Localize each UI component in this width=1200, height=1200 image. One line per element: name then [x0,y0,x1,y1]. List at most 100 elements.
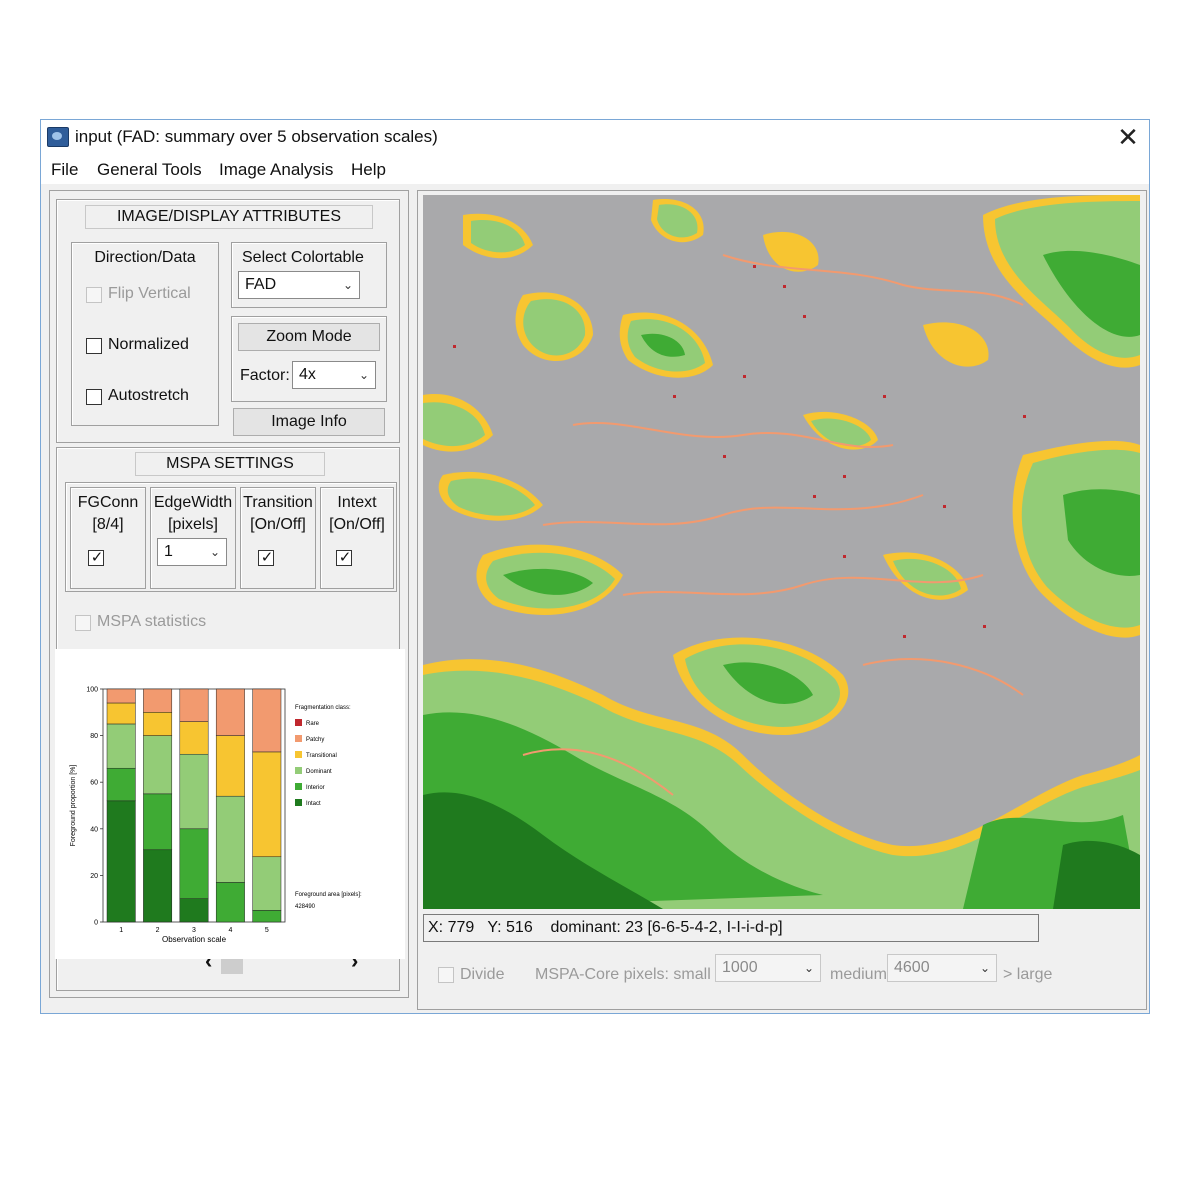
y-tick-label: 100 [86,687,98,694]
image-display-heading: IMAGE/DISPLAY ATTRIBUTES [85,205,373,229]
y-axis-label: Foreground proportion [%] [70,765,77,847]
chevron-down-icon: ⌄ [358,368,369,382]
legend-swatch-rare [295,719,302,726]
colortable-select[interactable]: FAD ⌄ [238,271,360,299]
intext-label: Intext [337,494,377,511]
fad-summary-chart: 1 2 3 4 5 0 20 40 60 80 100 Observation scale Foregr… [55,649,405,959]
legend-label-rare: Rare [306,721,320,727]
bar-segment-dominant [215,795,245,883]
fad-map-image[interactable] [423,195,1140,909]
chevron-down-icon: ⌄ [979,961,990,975]
edgewidth-label: EdgeWidth [153,494,233,511]
menu-help[interactable]: Help [351,160,386,180]
x-tick-label: 4 [228,927,232,934]
check-icon: ✓ [90,549,104,566]
bar-segment-intact [143,849,173,923]
menu-bar: File General Tools Image Analysis Help [41,154,1149,184]
normalized-label: Normalized [108,336,189,353]
divide-checkbox[interactable] [438,967,454,983]
legend-label-intact: Intact [306,801,321,807]
bar-segment-intact [106,800,136,923]
x-tick-label: 3 [192,927,196,934]
y-value: 516 [506,919,533,936]
colortable-label: Select Colortable [242,249,364,266]
menu-file[interactable]: File [51,160,78,180]
flip-vertical-checkbox[interactable] [86,287,102,303]
y-tick-label: 40 [90,826,98,833]
chevron-down-icon: ⌄ [803,961,814,975]
mspa-options-group: FGConn [8/4] ✓ EdgeWidth [pixels] 1 ⌄ Tr… [65,482,397,592]
fgconn-sublabel: [8/4] [92,516,124,533]
autostretch-checkbox[interactable] [86,389,102,405]
bar-segment-intact [179,898,209,923]
bar-segment-interior [252,910,282,923]
fgconn-label: FGConn [77,494,139,511]
check-icon: ✓ [338,549,352,566]
window-title: input (FAD: summary over 5 observation s… [75,127,438,146]
y-tick-label: 20 [90,873,98,880]
transition-checkbox[interactable]: ✓ [258,550,274,566]
edgewidth-sublabel: [pixels] [168,516,218,533]
legend-label-interior: Interior [306,785,325,791]
bar-segment-dominant [252,856,282,911]
cursor-status-bar: X: 779 Y: 516 dominant: 23 [6-6-5-4-2, I… [423,914,1039,942]
bar-segment-transitional [215,735,245,797]
fad-map-svg [423,195,1140,909]
bar-segment-patchy [106,688,136,704]
chart-svg: 1 2 3 4 5 0 20 40 60 80 100 Observation scale Foregr… [70,687,362,945]
legend-label-dominant: Dominant [306,769,332,775]
menu-image-analysis[interactable]: Image Analysis [219,160,333,180]
transition-group: Transition [On/Off] ✓ [240,487,316,589]
legend-title: Fragmentation class: [295,705,351,711]
zoom-group: Zoom Mode Factor: 4x ⌄ [231,316,387,402]
check-icon: ✓ [260,549,274,566]
mspa-statistics-checkbox[interactable] [75,615,91,631]
menu-general-tools[interactable]: General Tools [97,160,202,180]
dominant-info: dominant: 23 [6-6-5-4-2, I-I-i-d-p] [550,919,783,936]
direction-data-label: Direction/Data [94,249,196,266]
y-tick-label: 80 [90,733,98,740]
normalized-checkbox[interactable] [86,338,102,354]
x-axis-label: Observation scale [162,935,227,944]
foreground-area-label: Foreground area [pixels]: [295,892,362,898]
zoom-factor-select[interactable]: 4x ⌄ [292,361,376,389]
legend-swatch-interior [295,783,302,790]
medium-label: medium [830,966,887,983]
autostretch-label: Autostretch [108,387,189,404]
x-label: X: [428,919,444,936]
app-window: input (FAD: summary over 5 observation s… [40,119,1150,1014]
image-info-button[interactable]: Image Info [233,408,385,436]
legend-label-transitional: Transitional [306,753,337,759]
x-tick-label: 5 [265,927,269,934]
edgewidth-value: 1 [164,543,173,560]
fgconn-checkbox[interactable]: ✓ [88,550,104,566]
intext-group: Intext [On/Off] ✓ [320,487,394,589]
app-icon [47,127,69,147]
medium-threshold-select[interactable]: 4600 ⌄ [887,954,997,982]
zoom-mode-button[interactable]: Zoom Mode [238,323,380,351]
transition-label: Transition [243,494,313,511]
intext-checkbox[interactable]: ✓ [336,550,352,566]
direction-data-group: Direction/Data Flip Vertical Normalized … [71,242,219,426]
close-icon[interactable]: ✕ [1113,120,1143,154]
mspa-statistics-label: MSPA statistics [97,613,207,630]
chevron-down-icon: ⌄ [209,545,220,559]
title-bar: input (FAD: summary over 5 observation s… [41,120,1149,154]
bar-segment-transitional [143,712,173,736]
core-pixels-label: MSPA-Core pixels: small < [535,966,725,983]
factor-label: Factor: [240,367,290,384]
small-threshold-select[interactable]: 1000 ⌄ [715,954,821,982]
bar-segment-transitional [179,721,209,755]
colortable-group: Select Colortable FAD ⌄ [231,242,387,308]
bar-segment-interior [215,882,245,923]
edgewidth-select[interactable]: 1 ⌄ [157,538,227,566]
fgconn-group: FGConn [8/4] ✓ [70,487,146,589]
bar-segment-interior [143,793,173,851]
edgewidth-group: EdgeWidth [pixels] 1 ⌄ [150,487,236,589]
legend-label-patchy: Patchy [306,737,324,743]
legend-swatch-transitional [295,751,302,758]
bar-segment-patchy [252,688,282,753]
x-tick-label: 1 [119,927,123,934]
y-tick-label: 0 [94,920,98,927]
legend-swatch-intact [295,799,302,806]
